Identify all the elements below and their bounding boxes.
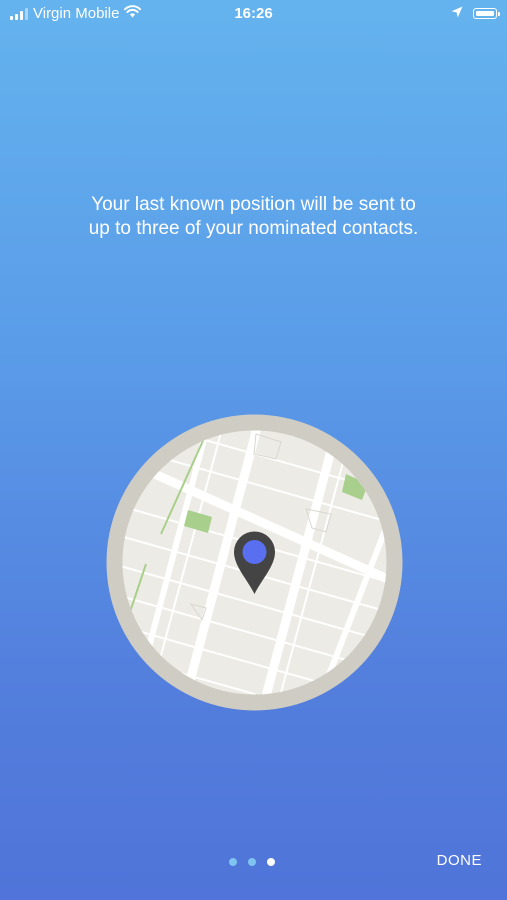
page-dot-2[interactable]: [248, 858, 256, 866]
onboarding-message: Your last known position will be sent to…: [40, 193, 467, 241]
done-button[interactable]: DONE: [437, 852, 482, 869]
message-line-2: up to three of your nominated contacts.: [88, 218, 419, 239]
battery-icon: [473, 8, 500, 19]
status-bar: Virgin Mobile 16:26: [0, 0, 507, 28]
page-dot-3-active[interactable]: [267, 858, 275, 866]
status-time: 16:26: [234, 5, 273, 22]
status-right: [451, 5, 500, 22]
location-arrow-icon: [451, 5, 463, 22]
message-line-1: Your last known position will be sent to: [91, 194, 416, 215]
page-indicator: [229, 858, 275, 866]
page-dot-1[interactable]: [229, 858, 237, 866]
map-illustration: [106, 414, 403, 711]
onboarding-screen: Virgin Mobile 16:26 Your last known posi…: [0, 0, 507, 900]
